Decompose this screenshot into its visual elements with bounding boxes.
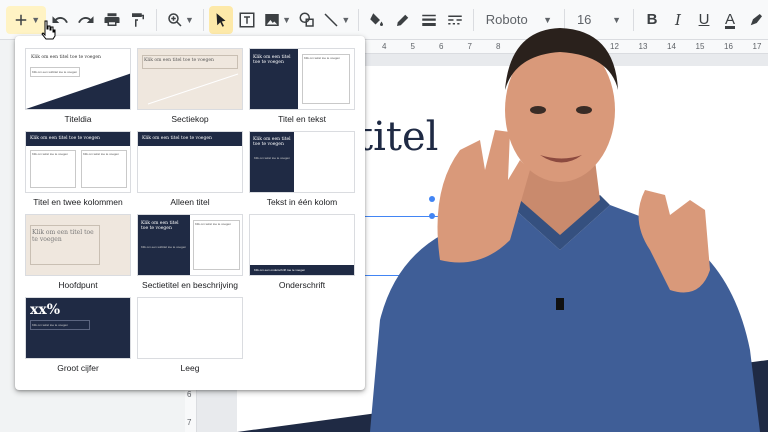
thumb-title: Klik om een titel toe te voegen: [141, 221, 179, 231]
printer-icon: [104, 12, 120, 26]
shape-button[interactable]: [295, 6, 319, 34]
layout-option-hoofdpunt[interactable]: Klik om een titel toe te voegen Hoofdpun…: [25, 214, 131, 294]
layout-label: Leeg: [180, 363, 200, 373]
layout-label: Titel en twee kolommen: [33, 197, 123, 207]
thumb-title: Klik om een titel toe te voegen: [253, 55, 291, 65]
redo-button[interactable]: [74, 6, 98, 34]
layout-option-sectietitel-en-beschrijving[interactable]: Klik om een titel toe te voegen Klik om …: [137, 214, 243, 294]
thumb-body: Klik om tekst toe te voegen: [254, 156, 291, 160]
layout-label: Onderschrift: [278, 280, 326, 290]
zoom-button[interactable]: ▼: [163, 6, 196, 34]
layout-thumbnail: Klik om een titel toe te voegen: [137, 48, 243, 110]
line-button[interactable]: ▼: [321, 6, 352, 34]
toolbar-divider: [357, 8, 359, 31]
thumb-title: Klik om een titel toe te voegen: [32, 229, 94, 243]
cursor-arrow-icon: [216, 12, 226, 27]
zoom-icon: [168, 12, 182, 27]
layout-option-groot-cijfer[interactable]: xx% Klik om tekst toe te voegen Groot ci…: [25, 297, 131, 377]
text-box-icon: [239, 12, 255, 27]
paint-format-button[interactable]: [126, 6, 150, 34]
layout-label: Sectiekop: [171, 114, 209, 124]
layout-label: Alleen titel: [170, 197, 210, 207]
thumb-body: Klik om tekst toe te voegen: [195, 222, 232, 226]
thumb-title: Klik om een titel toe te voegen: [30, 136, 100, 141]
ruler-tick-label: 7: [187, 418, 192, 427]
print-button[interactable]: [100, 6, 124, 34]
thumb-title: Klik om een titel toe te voegen: [253, 137, 291, 147]
thumb-body: Klik om tekst toe te voegen: [83, 152, 120, 156]
layout-thumbnail: Klik om een titel toe te voegen Klik om …: [25, 48, 131, 110]
layout-label: Sectietitel en beschrijving: [142, 280, 238, 290]
plus-icon: [16, 14, 27, 25]
image-icon: [265, 13, 279, 26]
layout-option-titel-en-twee-kolommen[interactable]: Klik om een titel toe te voegen Klik om …: [25, 131, 131, 211]
layout-label: Titel en tekst: [278, 114, 326, 124]
redo-icon: [78, 15, 94, 23]
paint-roller-icon: [132, 12, 145, 27]
thumb-subtitle: Klik om een subtitel toe te voegen: [32, 70, 78, 74]
chevron-down-icon: ▼: [282, 14, 292, 25]
thumb-subtitle: Klik om een subtitel toe te voegen: [141, 245, 187, 249]
shape-icon: [299, 12, 314, 27]
presenter-video: [370, 28, 760, 432]
thumb-title: xx%: [30, 302, 60, 318]
toolbar-divider: [202, 8, 204, 31]
layout-label: Titeldia: [64, 114, 92, 124]
toolbar-divider: [156, 8, 158, 31]
layout-label: Groot cijfer: [57, 363, 99, 373]
layout-thumbnail: Klik om een titel toe te voegen: [137, 131, 243, 193]
thumb-body: Klik om tekst toe te voegen: [304, 56, 341, 60]
chevron-down-icon: ▼: [184, 14, 194, 25]
chevron-down-icon: ▼: [341, 14, 351, 25]
select-tool-button[interactable]: [209, 5, 234, 34]
layout-option-titeldia[interactable]: Klik om een titel toe te voegen Klik om …: [25, 48, 131, 128]
line-icon: [324, 12, 338, 27]
layout-thumbnail: Klik om een titel toe te voegen Klik om …: [249, 131, 355, 193]
layout-thumbnail: Klik om een titel toe te voegen Klik om …: [249, 48, 355, 110]
hand-pointer-icon: [41, 20, 56, 40]
layout-option-leeg[interactable]: Leeg: [137, 297, 243, 377]
layout-thumbnail: Klik om een titel toe te voegen Klik om …: [25, 131, 131, 193]
ruler-tick-label: 6: [187, 390, 192, 399]
layout-label: Hoofdpunt: [58, 280, 98, 290]
text-box-button[interactable]: [235, 6, 259, 34]
layout-thumbnail: [137, 297, 243, 359]
layout-option-titel-en-tekst[interactable]: Klik om een titel toe te voegen Klik om …: [249, 48, 355, 128]
layout-thumbnail: Klik om een titel toe te voegen Klik om …: [137, 214, 243, 276]
thumb-title: Klik om een titel toe te voegen: [142, 136, 212, 141]
image-button[interactable]: ▼: [261, 6, 292, 34]
layout-thumbnail: Klik om een titel toe te voegen: [25, 214, 131, 276]
thumb-title: Klik om een titel toe te voegen: [31, 55, 101, 60]
layout-option-sectiekop[interactable]: Klik om een titel toe te voegen Sectieko…: [137, 48, 243, 128]
thumb-body: Klik om tekst toe te voegen: [32, 323, 69, 327]
layout-label: Tekst in één kolom: [266, 197, 338, 207]
layout-dropdown-arrow-icon[interactable]: ▼: [31, 15, 40, 25]
layout-option-alleen-titel[interactable]: Klik om een titel toe te voegen Alleen t…: [137, 131, 243, 211]
thumb-body: Klik om tekst toe te voegen: [32, 152, 69, 156]
layout-option-tekst-in-een-kolom[interactable]: Klik om een titel toe te voegen Klik om …: [249, 131, 355, 211]
layout-thumbnail: xx% Klik om tekst toe te voegen: [25, 297, 131, 359]
thumb-caption: Klik om een onderschrift toe te voegen: [254, 268, 306, 272]
layout-option-onderschrift[interactable]: Klik om een onderschrift toe te voegen O…: [249, 214, 355, 294]
layout-menu: Klik om een titel toe te voegen Klik om …: [15, 36, 365, 390]
layout-thumbnail: Klik om een onderschrift toe te voegen: [249, 214, 355, 276]
